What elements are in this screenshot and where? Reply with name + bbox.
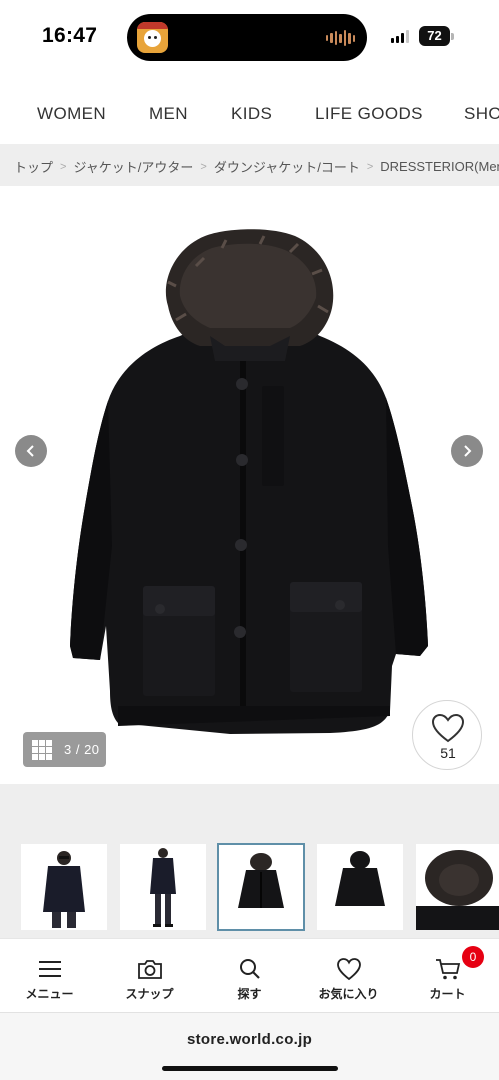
hamburger-menu-icon xyxy=(39,961,61,977)
dynamic-island[interactable] xyxy=(127,14,367,61)
chevron-left-icon[interactable] xyxy=(15,435,47,467)
breadcrumb-separator: > xyxy=(60,160,67,173)
product-image[interactable] xyxy=(0,186,499,784)
cart-icon xyxy=(436,959,461,980)
category-nav: WOMEN MEN KIDS LIFE GOODS SHO xyxy=(0,96,499,132)
tab-search-label: 探す xyxy=(237,987,262,1001)
bottom-tab-bar: メニュー スナップ 探す お気に入り カート xyxy=(0,938,499,1012)
image-counter-button[interactable]: 3 / 20 xyxy=(23,732,106,767)
browser-url-bar[interactable]: store.world.co.jp xyxy=(0,1012,499,1080)
jacket-body xyxy=(70,326,428,734)
category-kids[interactable]: KIDS xyxy=(231,104,272,124)
thumbnail-jacket-front[interactable] xyxy=(217,843,305,931)
heart-icon xyxy=(431,713,465,743)
tab-favorites[interactable]: お気に入り xyxy=(299,939,398,1013)
category-men[interactable]: MEN xyxy=(149,104,188,124)
heart-icon xyxy=(337,958,361,981)
cart-count-badge: 0 xyxy=(462,946,484,968)
app-avatar-icon[interactable] xyxy=(137,22,168,53)
image-counter-text: 3 / 20 xyxy=(64,742,100,757)
favorite-count: 51 xyxy=(440,745,456,761)
category-women[interactable]: WOMEN xyxy=(37,104,106,124)
thumbnail-fur-hood[interactable] xyxy=(416,844,499,930)
tab-cart-label: カート xyxy=(429,987,466,1001)
audio-waveform-icon xyxy=(325,30,355,46)
tab-favorites-label: お気に入り xyxy=(318,987,379,1001)
chevron-right-icon[interactable] xyxy=(451,435,483,467)
tab-snap[interactable]: スナップ xyxy=(100,939,199,1013)
category-life-goods[interactable]: LIFE GOODS xyxy=(315,104,423,124)
breadcrumb-separator: > xyxy=(200,160,207,173)
battery-indicator: 72 xyxy=(419,26,450,46)
tab-snap-label: スナップ xyxy=(125,987,174,1001)
battery-cap xyxy=(451,33,454,40)
cellular-signal-icon xyxy=(391,30,409,43)
screen: 16:47 72 WOMEN MEN KIDS LIFE GOODS SHO ト… xyxy=(0,0,499,1080)
breadcrumb-top[interactable]: トップ xyxy=(14,157,53,176)
thumbnail-model-front[interactable] xyxy=(21,844,107,930)
tab-menu-label: メニュー xyxy=(25,987,74,1001)
product-gallery[interactable]: 3 / 20 51 xyxy=(0,186,499,784)
grid-icon xyxy=(32,740,52,760)
breadcrumb: トップ > ジャケット/アウター > ダウンジャケット/コート > DRESST… xyxy=(0,144,499,186)
thumbnail-jacket-back[interactable] xyxy=(317,844,403,930)
breadcrumb-jacket-outer[interactable]: ジャケット/アウター xyxy=(73,157,193,176)
breadcrumb-down-jacket-coat[interactable]: ダウンジャケット/コート xyxy=(214,157,360,176)
favorite-button[interactable]: 51 xyxy=(412,700,482,770)
status-bar: 16:47 72 xyxy=(0,0,499,76)
tab-search[interactable]: 探す xyxy=(200,939,299,1013)
home-indicator[interactable] xyxy=(162,1066,338,1071)
thumbnail-strip xyxy=(0,828,499,938)
search-icon xyxy=(240,959,260,979)
category-shop[interactable]: SHO xyxy=(464,104,499,124)
tab-menu[interactable]: メニュー xyxy=(0,939,99,1013)
breadcrumb-brand[interactable]: DRESSTERIOR(Men) xyxy=(380,159,499,174)
gallery-divider xyxy=(0,784,499,828)
status-time: 16:47 xyxy=(42,24,98,47)
url-text[interactable]: store.world.co.jp xyxy=(0,1031,499,1048)
thumbnail-model-full[interactable] xyxy=(120,844,206,930)
camera-icon xyxy=(138,960,162,979)
breadcrumb-separator: > xyxy=(366,160,374,173)
